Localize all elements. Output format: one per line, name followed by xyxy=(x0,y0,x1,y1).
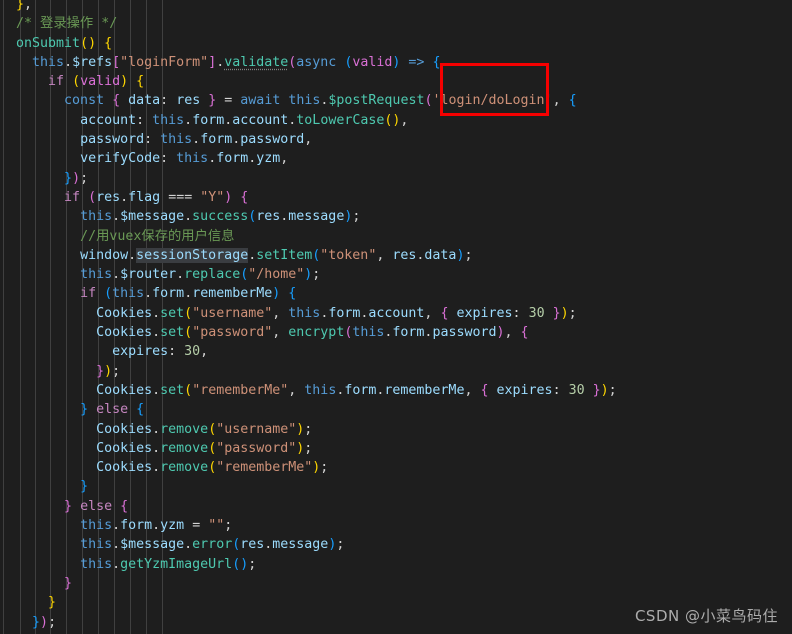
code-line[interactable]: Cookies.set("username", this.form.accoun… xyxy=(0,304,792,323)
code-line[interactable]: } else { xyxy=(0,400,792,419)
code-line[interactable]: Cookies.set("rememberMe", this.form.reme… xyxy=(0,381,792,400)
code-line[interactable]: Cookies.remove("password"); xyxy=(0,439,792,458)
code-line[interactable]: } xyxy=(0,574,792,593)
code-line[interactable]: Cookies.remove("rememberMe"); xyxy=(0,458,792,477)
code-line[interactable]: this.form.yzm = ""; xyxy=(0,516,792,535)
code-line[interactable]: //用vuex保存的用户信息 xyxy=(0,227,792,246)
code-line[interactable]: }, xyxy=(0,0,792,14)
code-line[interactable]: if (this.form.rememberMe) { xyxy=(0,284,792,303)
code-line[interactable]: /* 登录操作 */ xyxy=(0,14,792,33)
code-line[interactable]: this.$message.success(res.message); xyxy=(0,207,792,226)
code-line[interactable]: onSubmit() { xyxy=(0,34,792,53)
code-line[interactable]: expires: 30, xyxy=(0,342,792,361)
code-line[interactable]: Cookies.set("password", encrypt(this.for… xyxy=(0,323,792,342)
code-line[interactable]: this.$router.replace("/home"); xyxy=(0,265,792,284)
code-line[interactable]: }); xyxy=(0,362,792,381)
code-line[interactable]: verifyCode: this.form.yzm, xyxy=(0,149,792,168)
code-line[interactable]: } else { xyxy=(0,497,792,516)
code-line[interactable]: const { data: res } = await this.$postRe… xyxy=(0,91,792,110)
code-content[interactable]: }, /* 登录操作 */ onSubmit() { this.$refs["l… xyxy=(0,0,792,634)
code-line[interactable]: } xyxy=(0,477,792,496)
code-line[interactable]: Cookies.remove("username"); xyxy=(0,420,792,439)
code-line[interactable]: this.$refs["loginForm"].validate(async (… xyxy=(0,53,792,72)
code-line[interactable]: if (res.flag === "Y") { xyxy=(0,188,792,207)
code-line[interactable]: this.getYzmImageUrl(); xyxy=(0,555,792,574)
code-line[interactable]: if (valid) { xyxy=(0,72,792,91)
code-line[interactable]: password: this.form.password, xyxy=(0,130,792,149)
code-editor-pane[interactable]: }, /* 登录操作 */ onSubmit() { this.$refs["l… xyxy=(0,0,792,634)
code-line[interactable]: account: this.form.account.toLowerCase()… xyxy=(0,111,792,130)
code-line[interactable]: this.$message.error(res.message); xyxy=(0,535,792,554)
code-line[interactable]: }); xyxy=(0,169,792,188)
code-line[interactable]: window.sessionStorage.setItem("token", r… xyxy=(0,246,792,265)
csdn-watermark: CSDN @小菜鸟码住 xyxy=(634,607,778,625)
